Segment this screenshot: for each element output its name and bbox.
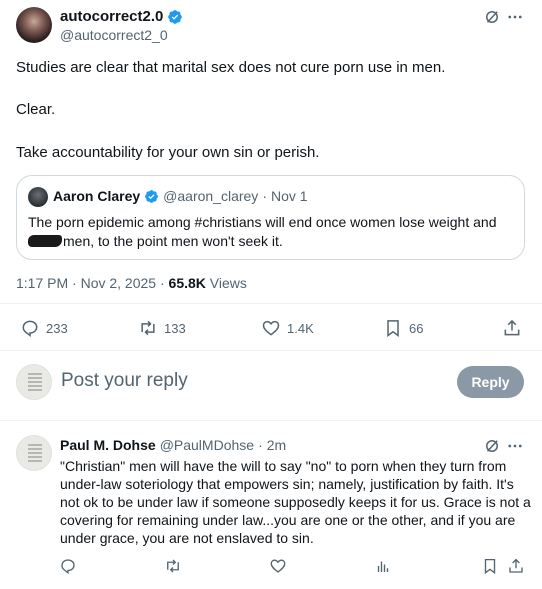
repost-button[interactable]: 133	[138, 318, 186, 338]
author-avatar[interactable]	[16, 7, 52, 43]
reply-text-line: covering for remaining under law...you a…	[60, 512, 516, 528]
more-icon[interactable]	[506, 8, 524, 26]
like-button[interactable]: 1.4K	[261, 318, 314, 338]
bookmark-icon	[383, 318, 403, 338]
quote-author-name: Aaron Clarey	[53, 188, 141, 204]
reply-button[interactable]: 233	[20, 318, 68, 338]
quote-author-avatar	[28, 187, 48, 207]
repost-icon[interactable]	[164, 557, 182, 575]
reply-author-name[interactable]: Paul M. Dohse	[60, 437, 156, 453]
reply-author-handle[interactable]: @PaulMDohse	[160, 437, 254, 453]
separator-dot: ·	[258, 437, 263, 453]
verified-badge-icon	[167, 9, 183, 25]
reply-text-line: under-law soteriology that empowers sin;…	[60, 476, 514, 492]
repost-icon	[138, 318, 158, 338]
reply-author-avatar[interactable]	[16, 435, 52, 471]
post-text-line: Take accountability for your own sin or …	[16, 144, 320, 161]
quote-author-handle: @aaron_clarey	[163, 188, 259, 204]
like-count: 1.4K	[287, 320, 314, 336]
reply-icon	[20, 318, 40, 338]
user-avatar[interactable]	[16, 364, 52, 400]
reply-text-line: "Christian" men will have the will to sa…	[60, 458, 507, 474]
grok-icon[interactable]	[483, 8, 501, 26]
post-text-line: Clear.	[16, 101, 56, 118]
quote-text-line: The porn epidemic among #christians will…	[28, 214, 497, 230]
reply-text-line: not ok to be under law if someone suppos…	[60, 494, 531, 510]
like-icon	[261, 318, 281, 338]
separator-dot: ·	[262, 188, 267, 204]
grok-icon[interactable]	[483, 437, 501, 455]
reply-text-line: under grace, you are not enslaved to sin…	[60, 530, 314, 546]
redacted-scribble	[28, 235, 62, 247]
verified-badge-icon	[144, 189, 159, 204]
reply-count: 233	[46, 320, 68, 336]
quoted-post[interactable]: Aaron Clarey @aaron_clarey · Nov 1 The p…	[16, 175, 525, 260]
share-icon	[502, 318, 522, 338]
views-label: Views	[205, 275, 247, 291]
quote-text-line: men, to the point men won't seek it.	[63, 233, 283, 249]
bookmark-button[interactable]: 66	[383, 318, 423, 338]
views-count: 65.8K	[168, 275, 206, 291]
reply-submit-button[interactable]: Reply	[457, 366, 524, 398]
share-button[interactable]	[502, 318, 522, 338]
post-timestamp[interactable]: 1:17 PM · Nov 2, 2025 ·	[16, 275, 169, 291]
quote-date: Nov 1	[270, 188, 308, 204]
divider	[0, 420, 542, 421]
reply-input[interactable]: Post your reply	[61, 370, 188, 392]
divider	[0, 350, 542, 351]
more-icon[interactable]	[506, 437, 524, 455]
post-text-line: Studies are clear that marital sex does …	[16, 59, 446, 76]
author-handle[interactable]: @autocorrect2_0	[60, 27, 168, 43]
reply-time[interactable]: 2m	[267, 437, 286, 453]
repost-count: 133	[164, 320, 186, 336]
like-icon[interactable]	[269, 557, 287, 575]
author-name[interactable]: autocorrect2.0	[60, 8, 163, 25]
share-icon[interactable]	[507, 557, 525, 575]
reply-icon[interactable]	[59, 557, 77, 575]
analytics-icon[interactable]	[374, 557, 392, 575]
bookmark-count: 66	[409, 320, 424, 336]
bookmark-icon[interactable]	[481, 557, 499, 575]
divider	[0, 303, 542, 304]
